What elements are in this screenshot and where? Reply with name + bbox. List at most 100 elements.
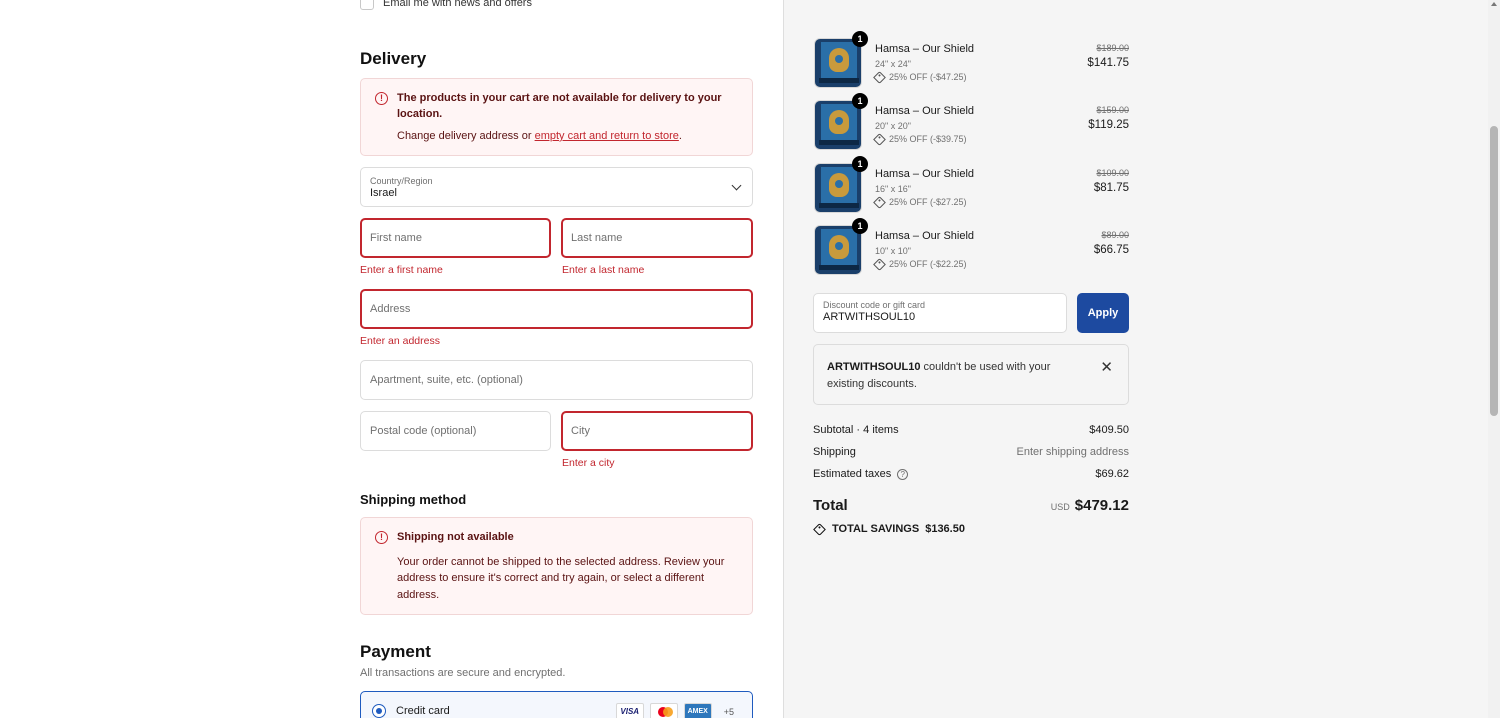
scrollbar[interactable] — [1488, 0, 1500, 718]
discount-code-input[interactable]: Discount code or gift card ARTWITHSOUL10 — [813, 293, 1067, 333]
chevron-down-icon — [731, 180, 742, 191]
cart-item: 1 Hamsa – Our Shield 20" x 20" 25% OFF (… — [814, 93, 1129, 150]
city-error: Enter a city — [562, 457, 615, 469]
country-value: Israel — [370, 186, 397, 199]
tag-icon — [813, 522, 826, 536]
newsletter-label: Email me with news and offers — [383, 0, 532, 9]
product-name: Hamsa – Our Shield — [875, 168, 975, 180]
product-size: 24" x 24" — [875, 59, 911, 69]
alert-title: The products in your cart are not availa… — [397, 92, 722, 120]
product-size: 20" x 20" — [875, 121, 911, 131]
last-name-error: Enter a last name — [562, 264, 645, 276]
mastercard-icon — [649, 703, 678, 718]
address-placeholder: Address — [370, 303, 411, 315]
credit-card-label: Credit card — [396, 705, 450, 717]
tag-icon — [873, 257, 886, 271]
shipping-label: Shipping — [813, 446, 856, 458]
quantity-badge: 1 — [852, 93, 868, 109]
error-icon: ! — [375, 92, 388, 105]
quantity-badge: 1 — [852, 218, 868, 234]
quantity-badge: 1 — [852, 156, 868, 172]
last-name-input[interactable]: Last name — [561, 218, 753, 258]
product-size: 16" x 16" — [875, 184, 911, 194]
delivery-unavailable-alert: ! The products in your cart are not avai… — [360, 78, 753, 156]
first-name-input[interactable]: First name — [360, 218, 551, 258]
delivery-heading: Delivery — [360, 49, 427, 68]
amex-icon: AMEX — [683, 703, 712, 718]
shipping-unavailable-alert: ! Shipping not available Your order cann… — [360, 517, 753, 615]
sale-price: $66.75 — [1093, 244, 1129, 256]
product-size: 10" x 10" — [875, 246, 911, 256]
help-icon[interactable]: ? — [897, 469, 909, 480]
first-name-error: Enter a first name — [360, 264, 443, 276]
postal-code-input[interactable]: Postal code (optional) — [360, 411, 551, 451]
discount-code-label: Discount code or gift card — [823, 300, 926, 310]
discount-code-value: ARTWITHSOUL10 — [823, 311, 916, 323]
more-cards-count: +5 — [723, 706, 734, 717]
shipping-method-heading: Shipping method — [360, 492, 467, 507]
tag-icon — [873, 70, 886, 84]
tag-icon — [873, 132, 886, 146]
product-discount: 25% OFF (-$39.75) — [873, 132, 967, 146]
product-discount: 25% OFF (-$27.25) — [873, 195, 967, 209]
shipping-value: Enter shipping address — [1016, 446, 1129, 458]
product-name: Hamsa – Our Shield — [875, 43, 975, 55]
payment-heading: Payment — [360, 642, 431, 661]
country-select[interactable]: Country/Region Israel — [360, 167, 753, 207]
alert-text-after: . — [678, 129, 682, 142]
country-label: Country/Region — [370, 175, 433, 186]
shipping-row: Shipping Enter shipping address — [813, 446, 1129, 458]
total-savings: TOTAL SAVINGS $136.50 — [813, 522, 965, 536]
apply-button[interactable]: Apply — [1077, 293, 1129, 333]
taxes-label: Estimated taxes — [813, 468, 892, 480]
close-icon[interactable]: ✕ — [1100, 357, 1113, 380]
subtotal-label: Subtotal · 4 items — [813, 424, 899, 436]
total-amount-wrap: USD $479.12 — [1051, 497, 1129, 515]
taxes-row: Estimated taxes? $69.62 — [813, 468, 1129, 480]
last-name-placeholder: Last name — [571, 232, 623, 244]
taxes-label-wrap: Estimated taxes? — [813, 468, 909, 480]
newsletter-checkbox[interactable] — [360, 0, 374, 10]
savings-value: $136.50 — [925, 523, 965, 535]
scrollbar-thumb[interactable] — [1490, 126, 1498, 416]
sale-price: $81.75 — [1093, 182, 1129, 194]
discount-error-notice: ARTWITHSOUL10 couldn't be used with your… — [813, 344, 1129, 405]
total-row: Total USD $479.12 — [813, 497, 1129, 515]
cart-item: 1 Hamsa – Our Shield 10" x 10" 25% OFF (… — [814, 218, 1129, 275]
credit-card-radio[interactable] — [372, 704, 386, 718]
alert-text: Change delivery address or empty cart an… — [397, 129, 738, 145]
taxes-value: $69.62 — [1095, 468, 1129, 480]
shipping-alert-title: Shipping not available — [397, 531, 514, 543]
apartment-input[interactable]: Apartment, suite, etc. (optional) — [360, 360, 753, 400]
total-label: Total — [813, 497, 848, 514]
quantity-badge: 1 — [852, 31, 868, 47]
currency-code: USD — [1050, 502, 1070, 512]
original-price: $109.00 — [1096, 168, 1129, 178]
product-name: Hamsa – Our Shield — [875, 105, 975, 117]
address-error: Enter an address — [360, 335, 440, 347]
newsletter-option[interactable]: Email me with news and offers — [360, 0, 532, 10]
subtotal-value: $409.50 — [1089, 424, 1129, 436]
empty-cart-link[interactable]: empty cart and return to store — [535, 130, 679, 142]
postal-code-placeholder: Postal code (optional) — [370, 425, 477, 437]
credit-card-option[interactable]: Credit card VISA AMEX +5 — [360, 691, 753, 718]
discount-text: 25% OFF (-$27.25) — [889, 197, 967, 207]
product-discount: 25% OFF (-$22.25) — [873, 257, 967, 271]
city-placeholder: City — [571, 425, 590, 437]
address-input[interactable]: Address — [360, 289, 753, 329]
product-name: Hamsa – Our Shield — [875, 230, 975, 242]
original-price: $159.00 — [1096, 105, 1129, 115]
product-discount: 25% OFF (-$47.25) — [873, 70, 967, 84]
sale-price: $119.25 — [1088, 119, 1129, 131]
visa-icon: VISA — [615, 703, 644, 718]
card-brands: VISA AMEX +5 — [615, 703, 734, 718]
shipping-alert-text: Your order cannot be shipped to the sele… — [397, 555, 725, 601]
cart-item: 1 Hamsa – Our Shield 16" x 16" 25% OFF (… — [814, 156, 1129, 213]
city-input[interactable]: City — [561, 411, 753, 451]
alert-text-before: Change delivery address or — [397, 129, 535, 142]
sale-price: $141.75 — [1087, 57, 1129, 69]
scroll-up-icon[interactable] — [1491, 2, 1497, 6]
total-value: $479.12 — [1074, 497, 1129, 514]
original-price: $189.00 — [1096, 43, 1129, 53]
payment-subtitle: All transactions are secure and encrypte… — [360, 667, 566, 679]
